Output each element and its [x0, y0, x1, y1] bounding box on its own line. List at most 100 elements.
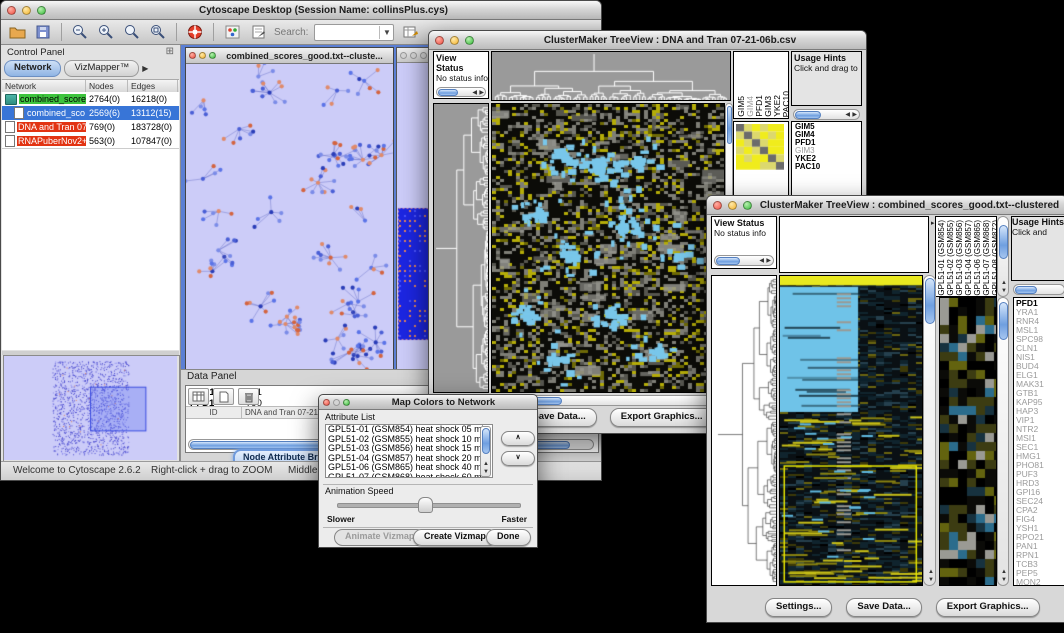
scroll-down-icon[interactable]: ▼: [1001, 577, 1007, 583]
minimize-button[interactable]: [333, 399, 340, 406]
main-titlebar[interactable]: Cytoscape Desktop (Session Name: collins…: [1, 1, 601, 20]
tv2-heatmap[interactable]: [779, 275, 923, 586]
col-nodes[interactable]: Nodes: [86, 80, 128, 92]
column-label[interactable]: PAC10: [782, 91, 789, 117]
attribute-list-item[interactable]: GPL51-01 (GSM854) heat shock 05 min: [326, 425, 492, 435]
close-button[interactable]: [7, 6, 16, 15]
column-label[interactable]: PFD1: [755, 95, 763, 117]
select-attributes-icon[interactable]: [188, 388, 209, 405]
zoom-in-icon[interactable]: [96, 23, 116, 42]
zoom-button[interactable]: [37, 6, 46, 15]
scroll-up-icon[interactable]: ▲: [483, 461, 489, 467]
network-list-empty-area[interactable]: [2, 148, 179, 350]
new-attribute-icon[interactable]: [213, 388, 234, 405]
treeview1-titlebar[interactable]: ClusterMaker TreeView : DNA and Tran 07-…: [429, 31, 866, 50]
tab-vizmapper[interactable]: VizMapper™: [64, 60, 139, 77]
save-icon[interactable]: [33, 23, 53, 42]
zoom-selected-icon[interactable]: [122, 23, 142, 42]
open-icon[interactable]: [7, 23, 27, 42]
scroll-down-icon[interactable]: ▼: [483, 469, 489, 475]
treeview-button[interactable]: Save Data...: [846, 598, 921, 617]
close-button[interactable]: [713, 201, 722, 210]
animate-vizmap-button[interactable]: Animate Vizmap: [334, 529, 425, 546]
network-view-window[interactable]: combined_scores_good.txt--cluste...: [185, 47, 394, 369]
minimize-button[interactable]: [199, 52, 206, 59]
zoom-fit-icon[interactable]: [148, 23, 168, 42]
tv2-column-dendrogram[interactable]: [779, 216, 929, 273]
scroll-up-icon[interactable]: ▲: [1001, 569, 1007, 575]
column-label[interactable]: GPL51-03 (GSM856): [956, 220, 964, 296]
minimize-button[interactable]: [22, 6, 31, 15]
column-label[interactable]: GPL51-01 (GSM854): [938, 220, 946, 296]
zoom-button[interactable]: [343, 399, 350, 406]
done-button[interactable]: Done: [486, 529, 531, 546]
close-button[interactable]: [400, 52, 407, 59]
tv2-labels-vscrollbar[interactable]: ▲ ▼: [997, 216, 1009, 297]
search-input[interactable]: ▼: [314, 24, 394, 41]
attribute-list-item[interactable]: GPL51-07 (GSM868) heat shock 60 min: [326, 473, 492, 479]
col-network[interactable]: Network: [2, 80, 86, 92]
tv2-hints-scrollbar[interactable]: [1013, 284, 1064, 295]
tv1-status-scrollbar[interactable]: ◀ ▶: [436, 87, 486, 97]
tv2-heatmap-vscrollbar[interactable]: ▲ ▼: [923, 275, 936, 586]
gene-label[interactable]: MON2: [1016, 578, 1064, 586]
tv2-detail-view[interactable]: [939, 297, 997, 586]
id-column-header[interactable]: ID: [186, 407, 242, 418]
zoom-button[interactable]: [743, 201, 752, 210]
delete-attribute-icon[interactable]: [238, 388, 259, 405]
vizmapper-icon[interactable]: [222, 23, 242, 42]
attribute-list-item[interactable]: GPL51-03 (GSM856) heat shock 15 min: [326, 444, 492, 454]
minimize-button[interactable]: [450, 36, 459, 45]
tv2-status-scrollbar[interactable]: ◀ ▶: [714, 255, 774, 266]
column-label[interactable]: GPL51-02 (GSM855): [947, 220, 955, 296]
scroll-up-icon[interactable]: ▲: [928, 569, 934, 575]
tv1-heatmap[interactable]: [491, 103, 725, 393]
close-button[interactable]: [189, 52, 196, 59]
scrollbar-thumb[interactable]: [716, 257, 740, 265]
network-overview-panel[interactable]: [3, 355, 180, 463]
scroll-left-icon[interactable]: ◀: [472, 90, 477, 96]
scroll-down-icon[interactable]: ▼: [928, 577, 934, 583]
minimize-button[interactable]: [410, 52, 417, 59]
scroll-right-icon[interactable]: ▶: [852, 112, 857, 118]
float-panel-icon[interactable]: ⊞: [166, 46, 174, 57]
table-edit-icon[interactable]: [400, 23, 420, 42]
column-label[interactable]: YKE2: [773, 95, 781, 117]
attribute-list-item[interactable]: GPL51-04 (GSM857) heat shock 20 min: [326, 454, 492, 464]
tab-network[interactable]: Network: [4, 60, 61, 77]
treeview-button[interactable]: Settings...: [765, 598, 832, 617]
scrollbar-thumb[interactable]: [795, 111, 821, 119]
gene-label[interactable]: PAC10: [795, 163, 861, 171]
network-list-row[interactable]: combined_sco 2569(6) 13112(15): [2, 106, 179, 120]
scrollbar-thumb[interactable]: [438, 89, 458, 96]
network-overview-canvas[interactable]: [4, 356, 177, 460]
close-button[interactable]: [435, 36, 444, 45]
attribute-list-item[interactable]: GPL51-06 (GSM865) heat shock 40 min: [326, 463, 492, 473]
speed-slider-thumb[interactable]: [418, 497, 433, 513]
tv1-hints-scrollbar[interactable]: ◀ ▶: [793, 109, 860, 120]
scrollbar-thumb[interactable]: [999, 225, 1008, 259]
scrollbar-thumb[interactable]: [999, 302, 1008, 340]
tv1-row-dendrogram[interactable]: [433, 103, 489, 393]
zoom-out-icon[interactable]: [70, 23, 90, 42]
col-edges[interactable]: Edges: [128, 80, 178, 92]
treeview2-titlebar[interactable]: ClusterMaker TreeView : combined_scores_…: [707, 196, 1064, 215]
scroll-left-icon[interactable]: ◀: [759, 258, 764, 264]
network-list-row[interactable]: DNA and Tran 07 769(0) 183728(0): [2, 120, 179, 134]
zoom-button[interactable]: [420, 52, 427, 59]
tv1-thumbnail-matrix[interactable]: [736, 124, 784, 170]
minimize-button[interactable]: [728, 201, 737, 210]
move-down-button[interactable]: ∨: [501, 451, 535, 466]
attribute-list[interactable]: GPL51-01 (GSM854) heat shock 05 minGPL51…: [325, 424, 493, 478]
attribute-list-item[interactable]: GPL51-02 (GSM855) heat shock 10 min: [326, 435, 492, 445]
column-label[interactable]: GPL51-06 (GSM865): [974, 220, 982, 296]
treeview-button[interactable]: Export Graphics...: [936, 598, 1040, 617]
scroll-up-icon[interactable]: ▲: [1001, 280, 1007, 286]
tv2-row-dendrogram[interactable]: [711, 275, 777, 586]
network-canvas[interactable]: [186, 64, 393, 369]
create-vizmap-button[interactable]: Create Vizmap: [413, 529, 497, 546]
splitter-icon[interactable]: ▸: [931, 220, 935, 227]
scroll-right-icon[interactable]: ▶: [766, 258, 771, 264]
scroll-left-icon[interactable]: ◀: [845, 112, 850, 118]
network-list-row[interactable]: RNAPuberNov2+ 563(0) 107847(0): [2, 134, 179, 148]
